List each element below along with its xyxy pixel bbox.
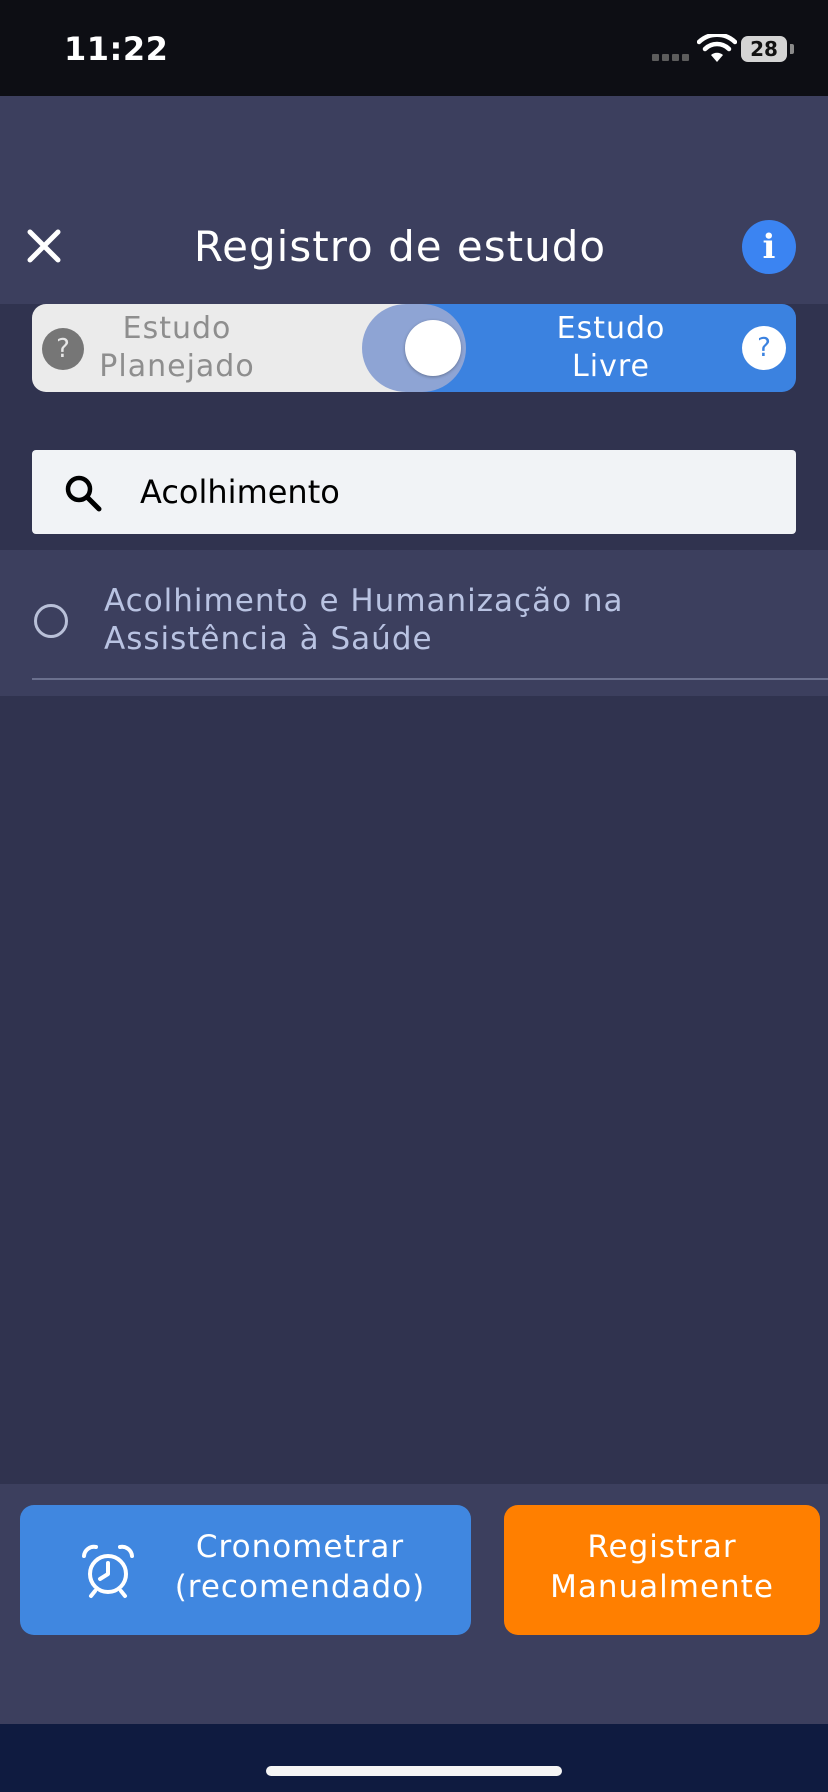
battery-nub	[790, 44, 794, 54]
register-manually-button[interactable]: Registrar Manualmente	[504, 1505, 820, 1635]
wifi-icon	[697, 34, 737, 62]
page-title: Registro de estudo	[193, 222, 607, 271]
cellular-signal-icon	[652, 54, 689, 61]
help-planned-icon[interactable]: ?	[42, 328, 84, 370]
toggle-option-free-label: Estudo Livre	[556, 311, 666, 384]
search-icon	[65, 475, 102, 512]
register-manually-label: Registrar Manualmente	[550, 1529, 774, 1605]
info-button[interactable]: i	[742, 220, 796, 274]
help-free-icon[interactable]: ?	[742, 326, 786, 370]
start-timer-button[interactable]: Cronometrar (recomendado)	[20, 1505, 471, 1635]
toggle-switch-knob[interactable]	[405, 320, 461, 376]
toggle-option-planned[interactable]: ? Estudo Planejado	[32, 304, 414, 392]
close-icon[interactable]	[24, 226, 64, 266]
bottom-bar	[0, 1724, 828, 1792]
toggle-option-free[interactable]: Estudo Livre ?	[414, 304, 796, 392]
home-indicator[interactable]	[266, 1766, 562, 1776]
status-bar: 11:22 28	[0, 0, 828, 96]
battery-icon: 28	[741, 36, 787, 62]
alarm-clock-icon	[82, 1544, 134, 1598]
search-box	[32, 450, 796, 534]
header	[0, 96, 828, 304]
toggle-option-planned-label: Estudo Planejado	[99, 311, 255, 384]
status-time: 11:22	[64, 30, 169, 68]
search-input[interactable]	[140, 450, 760, 534]
start-timer-label: Cronometrar (recomendado)	[174, 1529, 426, 1605]
result-divider	[32, 678, 828, 680]
result-radio-button[interactable]	[34, 604, 68, 638]
result-item-label[interactable]: Acolhimento e Humanização na Assistência…	[104, 582, 804, 658]
